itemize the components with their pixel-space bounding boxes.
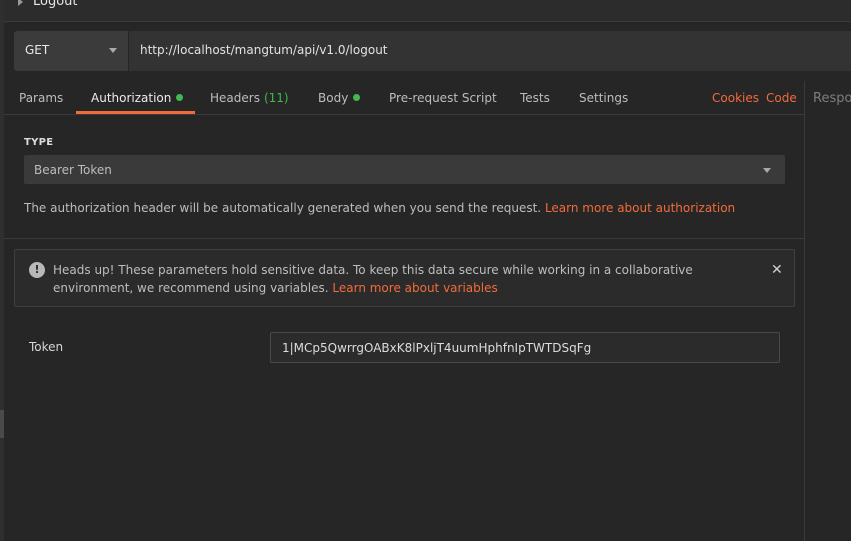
sensitive-data-alert: ! Heads up! These parameters hold sensit… [14, 249, 795, 307]
tab-settings[interactable]: Settings [579, 91, 628, 105]
active-tab-indicator [76, 111, 195, 114]
tab-body-label: Body [318, 91, 349, 105]
token-label: Token [29, 340, 64, 354]
request-title-bar: Logout [4, 0, 851, 22]
auth-help-text: The authorization header will be automat… [24, 201, 735, 215]
auth-type-label: TYPE [24, 137, 54, 148]
token-value: 1|MCp5QwrrgOABxK8lPxljT4uumHphfnIpTWTDSq… [282, 341, 592, 355]
chevron-down-icon [109, 48, 117, 53]
auth-help-message: The authorization header will be automat… [24, 201, 542, 215]
request-title[interactable]: Logout [33, 0, 78, 9]
request-bar: GET http://localhost/mangtum/api/v1.0/lo… [14, 31, 851, 71]
auth-type-select[interactable]: Bearer Token [24, 155, 785, 184]
request-panel: Params Authorization Headers (11) Body Pr… [4, 81, 804, 541]
chevron-down-icon [763, 168, 771, 173]
tab-headers-label: Headers [210, 91, 260, 105]
tab-tests[interactable]: Tests [520, 91, 550, 105]
auth-type-value: Bearer Token [34, 163, 112, 177]
url-input[interactable]: http://localhost/mangtum/api/v1.0/logout [129, 31, 851, 71]
method-select[interactable]: GET [14, 31, 128, 71]
tab-body[interactable]: Body [318, 91, 361, 105]
response-label: Respo [813, 91, 851, 106]
code-link[interactable]: Code [766, 91, 797, 105]
exclamation-icon: ! [29, 262, 45, 278]
divider [4, 238, 804, 239]
request-tabs: Params Authorization Headers (11) Body Pr… [4, 81, 804, 115]
headers-count: (11) [263, 91, 289, 105]
alert-message: Heads up! These parameters hold sensitiv… [53, 261, 753, 297]
method-label: GET [25, 43, 50, 57]
close-icon[interactable]: ✕ [771, 262, 783, 278]
caret-right-icon[interactable] [18, 0, 23, 6]
response-panel: Respo [805, 81, 851, 541]
variables-learn-more-link[interactable]: Learn more about variables [332, 281, 497, 295]
cookies-link[interactable]: Cookies [712, 91, 759, 105]
auth-learn-more-link[interactable]: Learn more about authorization [545, 201, 735, 215]
status-dot-icon [176, 94, 184, 101]
tab-headers[interactable]: Headers (11) [210, 91, 289, 105]
tab-pre-request-script[interactable]: Pre-request Script [389, 91, 497, 105]
tab-params[interactable]: Params [19, 91, 63, 105]
tab-authorization[interactable]: Authorization [91, 91, 184, 105]
tab-authorization-label: Authorization [91, 91, 172, 105]
url-value: http://localhost/mangtum/api/v1.0/logout [140, 43, 388, 57]
token-input[interactable]: 1|MCp5QwrrgOABxK8lPxljT4uumHphfnIpTWTDSq… [270, 332, 780, 363]
status-dot-icon [353, 94, 361, 101]
